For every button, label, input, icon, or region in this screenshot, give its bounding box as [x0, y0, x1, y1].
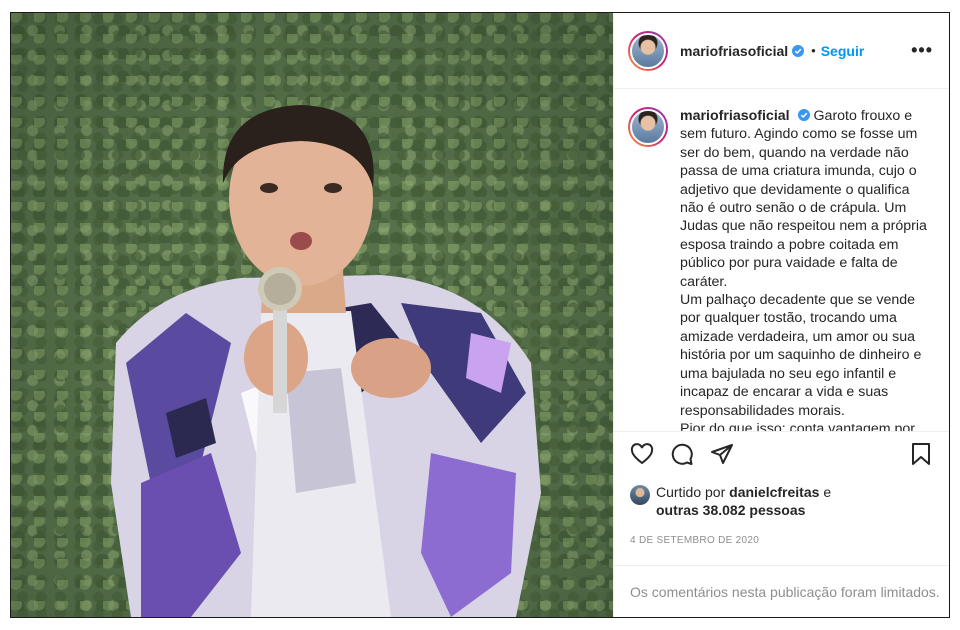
- post-date[interactable]: 4 DE SETEMBRO DE 2020: [614, 535, 949, 546]
- more-dots-icon[interactable]: •••: [911, 40, 933, 61]
- caption-text: mariofriasoficial Garoto frouxo e sem fu…: [680, 107, 933, 431]
- post-side-panel: mariofriasoficial • Seguir ••• mariofria…: [613, 13, 949, 617]
- post-header: mariofriasoficial • Seguir •••: [614, 13, 949, 89]
- author-avatar[interactable]: [628, 30, 668, 71]
- man-with-microphone-illustration: [111, 105, 541, 617]
- caption-body: Garoto frouxo e sem futuro. Agindo como …: [680, 108, 927, 431]
- author-username[interactable]: mariofriasoficial: [680, 43, 788, 59]
- liked-by-username[interactable]: danielcfreitas: [729, 484, 819, 500]
- follow-button[interactable]: Seguir: [821, 43, 865, 59]
- liked-by-prefix: Curtido por: [656, 484, 726, 500]
- instagram-post-frame: mariofriasoficial • Seguir ••• mariofria…: [10, 12, 950, 618]
- comments-limited-notice: Os comentários nesta publicação foram li…: [614, 565, 949, 617]
- verified-badge-icon: [797, 109, 810, 121]
- caption-username[interactable]: mariofriasoficial: [680, 108, 790, 124]
- verified-badge-icon: [792, 44, 805, 57]
- post-media-image[interactable]: [11, 13, 613, 617]
- caption-author-avatar[interactable]: [628, 107, 668, 147]
- separator-dot: •: [811, 43, 816, 58]
- bookmark-icon[interactable]: [909, 442, 933, 466]
- post-actions-bar: [614, 431, 949, 475]
- heart-icon[interactable]: [630, 442, 654, 466]
- caption-section: mariofriasoficial Garoto frouxo e sem fu…: [614, 89, 949, 431]
- paper-plane-icon[interactable]: [710, 442, 734, 466]
- liked-by-connector: e: [823, 484, 832, 500]
- comment-icon[interactable]: [670, 442, 694, 466]
- likes-others-count[interactable]: outras 38.082 pessoas: [656, 502, 805, 518]
- likes-text: Curtido por danielcfreitas e outras 38.0…: [656, 483, 831, 519]
- liker-avatar[interactable]: [630, 485, 650, 505]
- likes-summary: Curtido por danielcfreitas e outras 38.0…: [614, 483, 949, 519]
